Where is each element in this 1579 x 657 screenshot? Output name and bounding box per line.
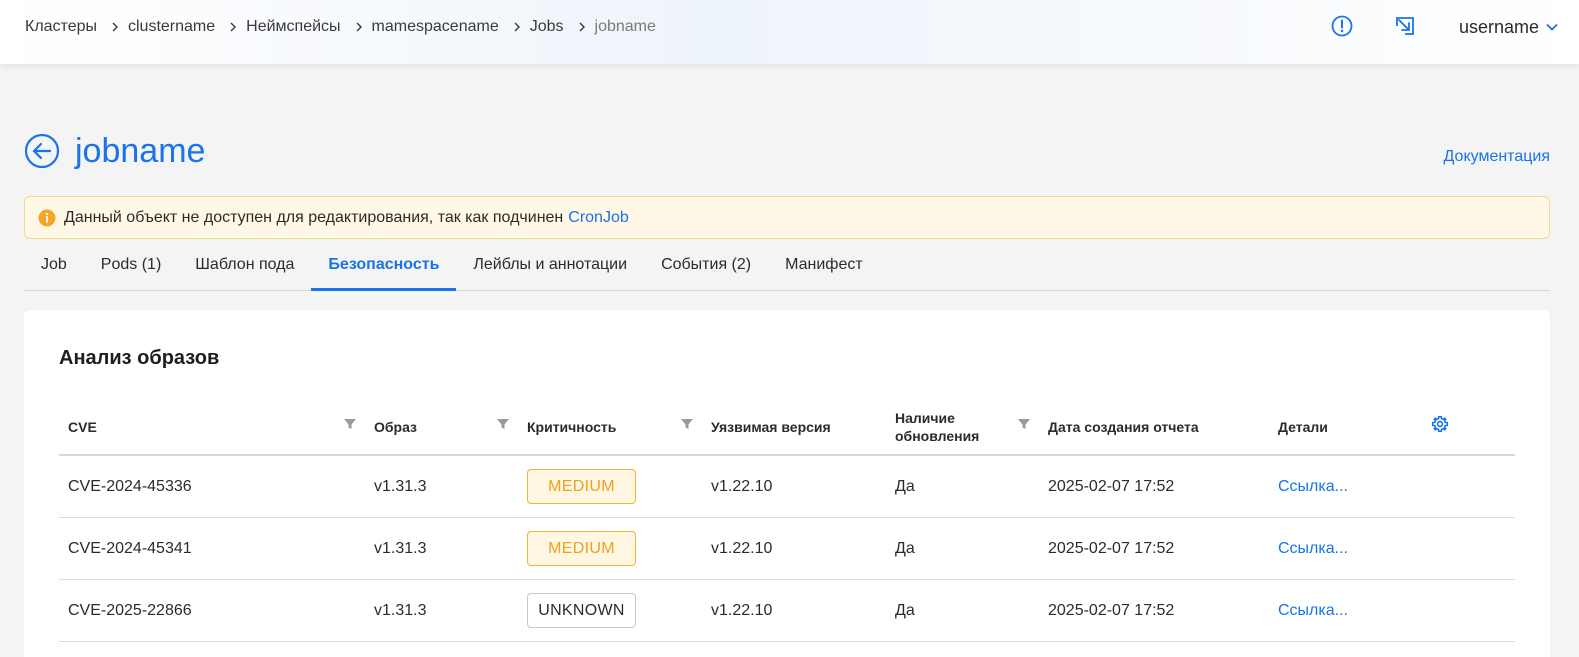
chevron-right-icon [576,21,588,33]
user-menu[interactable]: username [1459,16,1559,38]
filter-icon[interactable] [1017,417,1031,431]
severity-badge: MEDIUM [527,531,636,566]
cell-severity: MEDIUM [527,456,636,517]
chevron-right-icon [109,21,121,33]
cell-cve: CVE-2024-45341 [68,539,192,557]
info-icon [38,209,56,227]
breadcrumb-namespace[interactable]: mamespacename [372,18,499,36]
breadcrumb-namespaces[interactable]: Неймспейсы [246,18,340,36]
username: username [1458,16,1539,37]
cronjob-link[interactable]: CronJob [568,209,628,227]
settings-gear-icon[interactable] [1431,415,1449,433]
column-header-severity[interactable]: Критичность [527,398,616,456]
details-link[interactable]: Ссылка... [1278,456,1348,517]
readonly-alert: Данный объект не доступен для редактиров… [24,196,1550,239]
column-header-update-line1: Наличие [895,410,955,426]
alert-text: Данный объект не доступен для редактиров… [64,208,564,226]
filter-icon[interactable] [680,417,694,431]
cell-vuln-version: v1.22.10 [711,601,773,619]
cell-image: v1.31.3 [374,539,427,557]
cell-image: v1.31.3 [374,477,427,495]
tab-pods[interactable]: Pods (1) [84,240,178,290]
breadcrumb-cluster[interactable]: clustername [128,18,215,36]
column-header-details[interactable]: Детали [1278,398,1328,456]
image-analysis-card: Анализ образов CVE Образ Критичность Уяз… [24,310,1550,657]
severity-badge: UNKNOWN [527,593,636,628]
column-header-image[interactable]: Образ [374,398,417,456]
tab-job[interactable]: Job [24,240,84,290]
alert-circle-icon[interactable] [1330,14,1354,38]
filter-icon[interactable] [496,417,510,431]
cell-cve: CVE-2025-22866 [68,601,192,619]
table-row: CVE-2025-22866 v1.31.3 UNKNOWN v1.22.10 … [59,580,1515,642]
tab-events[interactable]: События (2) [644,240,768,290]
cell-vuln-version: v1.22.10 [711,477,773,495]
breadcrumb-current: jobname [594,18,656,35]
breadcrumb-clusters[interactable]: Кластеры [25,18,97,36]
tabs: Job Pods (1) Шаблон пода Безопасность Ле… [24,240,1550,291]
breadcrumb: Кластеры clustername Неймспейсы mamespac… [25,17,656,37]
table-row: CVE-2024-45341 v1.31.3 MEDIUM v1.22.10 Д… [59,518,1515,580]
details-link[interactable]: Ссылка... [1278,580,1348,641]
cell-image: v1.31.3 [374,601,427,619]
cell-update: Да [895,601,915,619]
cell-severity: UNKNOWN [527,580,636,641]
column-header-cve[interactable]: CVE [68,398,97,456]
documentation-link[interactable]: Документация [1444,148,1550,166]
section-title: Анализ образов [59,347,220,369]
tab-labels-annotations[interactable]: Лейблы и аннотации [456,240,644,290]
cell-date: 2025-02-07 17:52 [1048,539,1175,557]
severity-badge: MEDIUM [527,469,636,504]
chevron-right-icon [511,21,523,33]
table-row: CVE-2024-45336 v1.31.3 MEDIUM v1.22.10 Д… [59,456,1515,518]
cell-date: 2025-02-07 17:52 [1048,601,1175,619]
cell-cve: CVE-2024-45336 [68,477,192,495]
tab-pod-template[interactable]: Шаблон пода [178,240,311,290]
column-header-update-line2: обновления [895,428,980,444]
back-arrow-icon[interactable] [24,133,60,169]
top-bar: Кластеры clustername Неймспейсы mamespac… [0,0,1579,64]
chevron-down-icon [1546,23,1558,31]
cell-update: Да [895,539,915,557]
table-header: CVE Образ Критичность Уязвимая версия На… [59,398,1515,456]
page-title: jobname [75,131,206,170]
details-link[interactable]: Ссылка... [1278,518,1348,579]
title-row: jobname [24,131,205,171]
tab-security[interactable]: Безопасность [311,240,457,291]
chevron-right-icon [353,21,365,33]
chevron-right-icon [227,21,239,33]
cell-date: 2025-02-07 17:52 [1048,477,1175,495]
arrow-down-right-box-icon[interactable] [1393,14,1417,38]
breadcrumb-jobs[interactable]: Jobs [530,18,564,36]
tab-manifest[interactable]: Манифест [768,240,880,290]
cell-severity: MEDIUM [527,518,636,579]
filter-icon[interactable] [343,417,357,431]
column-header-report-date[interactable]: Дата создания отчета [1048,398,1199,456]
cell-update: Да [895,477,915,495]
column-header-vuln-version[interactable]: Уязвимая версия [711,398,831,456]
cve-table: CVE Образ Критичность Уязвимая версия На… [59,398,1515,642]
column-header-update[interactable]: Наличие обновления [895,398,979,456]
cell-vuln-version: v1.22.10 [711,539,773,557]
